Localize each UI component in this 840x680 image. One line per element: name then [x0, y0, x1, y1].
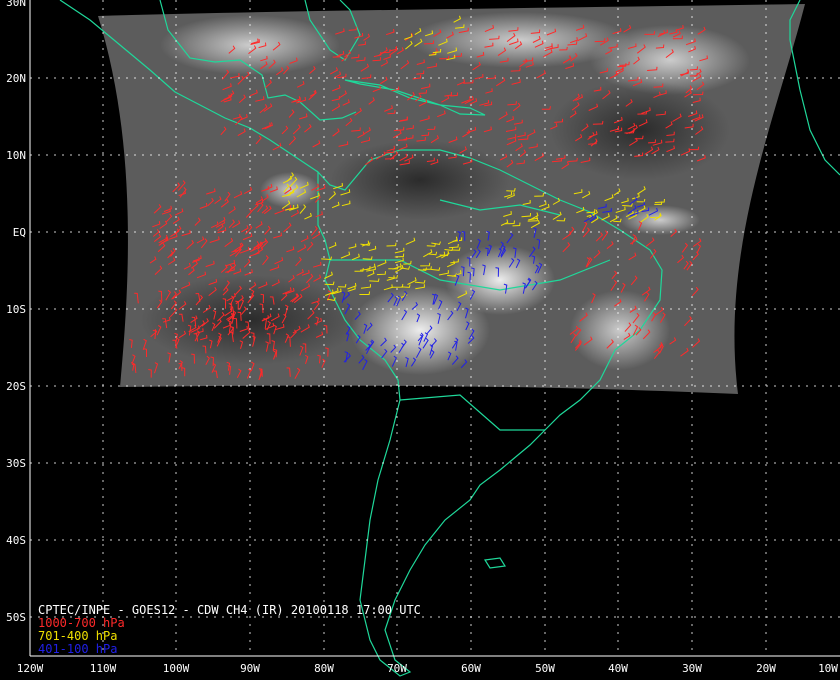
latitude-label: 40S [6, 534, 26, 547]
longitude-label: 110W [90, 662, 117, 675]
longitude-label: 30W [682, 662, 702, 675]
latitude-label: 30N [6, 0, 26, 9]
cloud-area [620, 205, 700, 235]
latitude-label: 50S [6, 611, 26, 624]
longitude-label: 40W [608, 662, 628, 675]
longitude-label: 90W [240, 662, 260, 675]
legend-high-level: 401-100 hPa [38, 642, 118, 656]
latitude-label: 20S [6, 380, 26, 393]
dark-area [330, 140, 510, 220]
longitude-label: 120W [17, 662, 44, 675]
latitude-label: EQ [13, 226, 26, 239]
longitude-label: 100W [163, 662, 190, 675]
cloud-area [445, 245, 555, 315]
latitude-label: 10N [6, 149, 26, 162]
satellite-image [98, 4, 805, 394]
longitude-label: 70W [387, 662, 407, 675]
longitude-label: 20W [756, 662, 776, 675]
dark-area [550, 80, 730, 180]
longitude-label: 50W [535, 662, 555, 675]
satellite-wind-map: 30N 20N 10N EQ 10S 20S 30S 40S 50S 120W … [0, 0, 840, 680]
latitude-label: 30S [6, 457, 26, 470]
latitude-label: 20N [6, 72, 26, 85]
longitude-label: 80W [314, 662, 334, 675]
longitude-label: 10W [818, 662, 838, 675]
longitude-label: 60W [461, 662, 481, 675]
latitude-label: 10S [6, 303, 26, 316]
